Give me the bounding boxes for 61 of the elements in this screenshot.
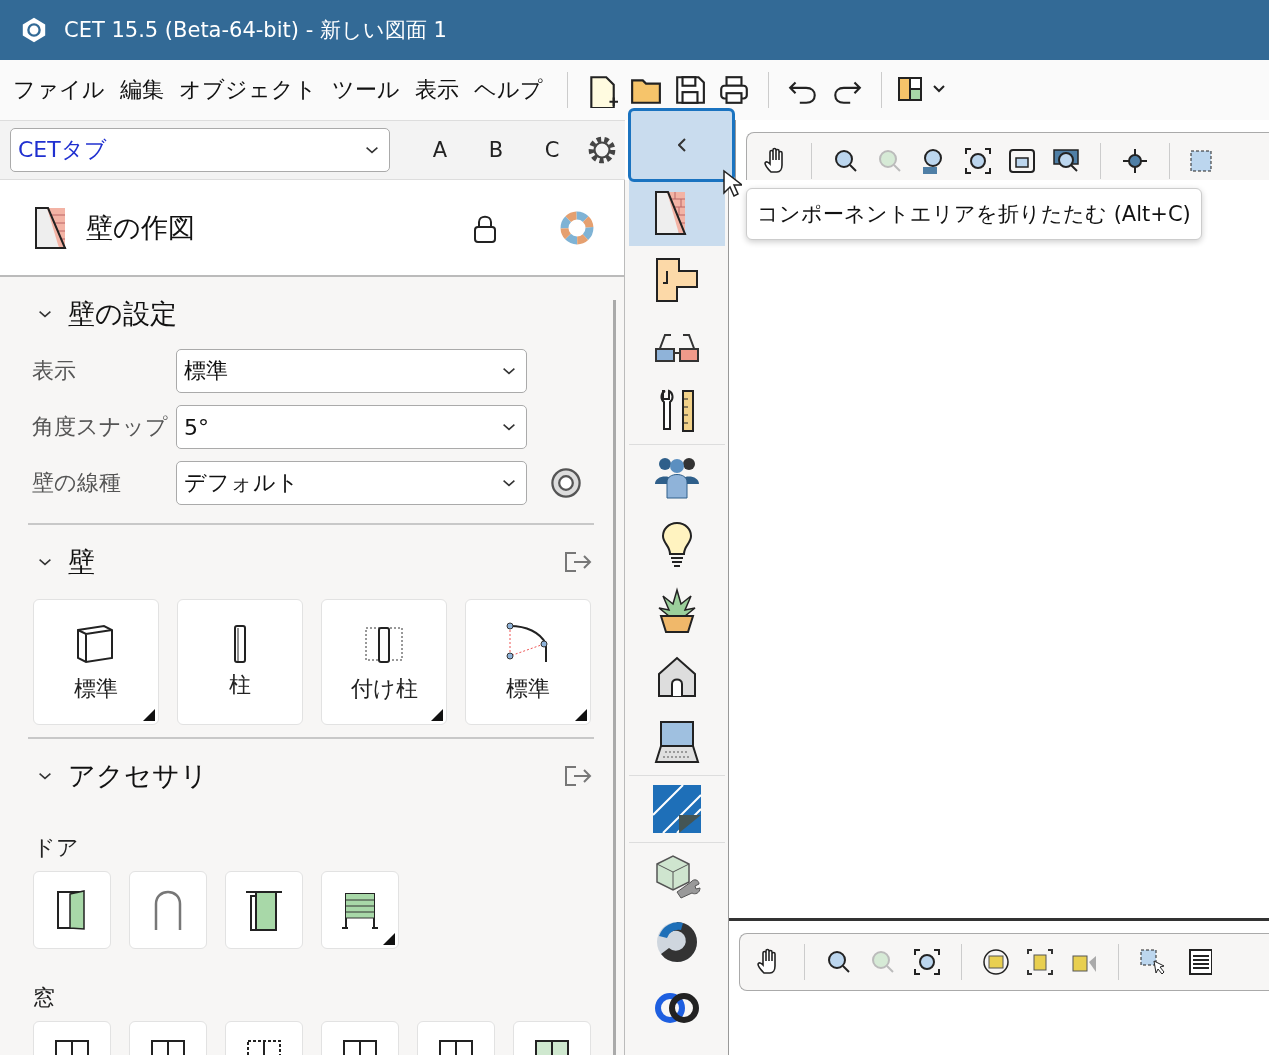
section-title[interactable]: 壁の設定 [68,296,594,332]
menu-item[interactable]: 表示 [412,75,471,105]
tool-tile[interactable] [225,871,303,949]
box-extents-icon [1025,947,1055,977]
save-icon [674,74,706,106]
dropdown-field[interactable]: 標準 [176,349,527,393]
window-icon [340,1039,380,1055]
globe-box-icon [981,947,1011,977]
menu-item[interactable]: ファイル [10,75,117,105]
color-wheel-icon [560,210,594,245]
window-icon [148,1039,188,1055]
menu-item[interactable]: ヘルプ [471,75,555,105]
tile-pattern-icon [652,785,701,833]
submenu-corner-icon [431,709,443,721]
zoom-extents-icon [912,947,942,977]
submenu-corner-icon [143,709,155,721]
dropdown-field[interactable]: 5° [176,405,527,449]
brick-wall-icon [32,204,68,251]
laptop-icon [652,718,701,766]
section-title[interactable]: 壁 [68,544,546,580]
chevron-left-icon [677,138,686,152]
tab-button[interactable]: A [412,138,468,162]
category-button[interactable] [628,180,725,246]
field-label: 表示 [32,357,77,385]
tab-button[interactable]: C [524,138,580,162]
tool-tile[interactable]: 付け柱 [321,599,447,725]
zoom-extents-icon [963,146,993,176]
panel-title: 壁の作図 [86,210,196,245]
tool-tile[interactable] [33,871,111,949]
section-title[interactable]: アクセサリ [68,758,546,794]
submenu-corner-icon [575,709,587,721]
app-logo-icon [20,16,48,44]
field-label: 角度スナップ [32,413,169,441]
select-cursor-icon [1138,947,1168,977]
group-label: ドア [32,834,80,862]
window-icon [244,1039,284,1055]
tool-tile[interactable]: 標準 [33,599,159,725]
field-label: 壁の線種 [32,469,122,497]
tooltip: コンポーネントエリアを折りたたむ (Alt+C) [746,188,1202,240]
window-icon [532,1039,572,1055]
tool-tile[interactable] [321,871,399,949]
tool-tile[interactable]: 標準 [465,599,591,725]
tab-button[interactable]: B [468,138,524,162]
menu-item[interactable]: 編集 [117,75,176,105]
tool-tile[interactable] [129,871,207,949]
settings-icon [586,134,618,166]
column-icon [233,624,247,664]
window-icon [436,1039,476,1055]
window-icon [52,1039,92,1055]
print-icon [717,74,751,106]
dropdown-field[interactable]: デフォルト [176,461,527,505]
zoom-window-icon [1007,146,1037,176]
group-label: 窓 [32,984,56,1012]
submenu-corner-icon [383,933,395,945]
tool-tile[interactable]: 柱 [177,599,303,725]
settings-icon [549,466,583,500]
window-title: CET 15.5 (Beta-64-bit) - 新しい図面 1 [64,17,447,44]
tab-dropdown[interactable]: CETタブ [10,128,390,172]
menu-item[interactable]: ツール [329,75,412,105]
target-icon [1120,146,1150,176]
menu-item[interactable]: オブジェクト [176,75,329,105]
